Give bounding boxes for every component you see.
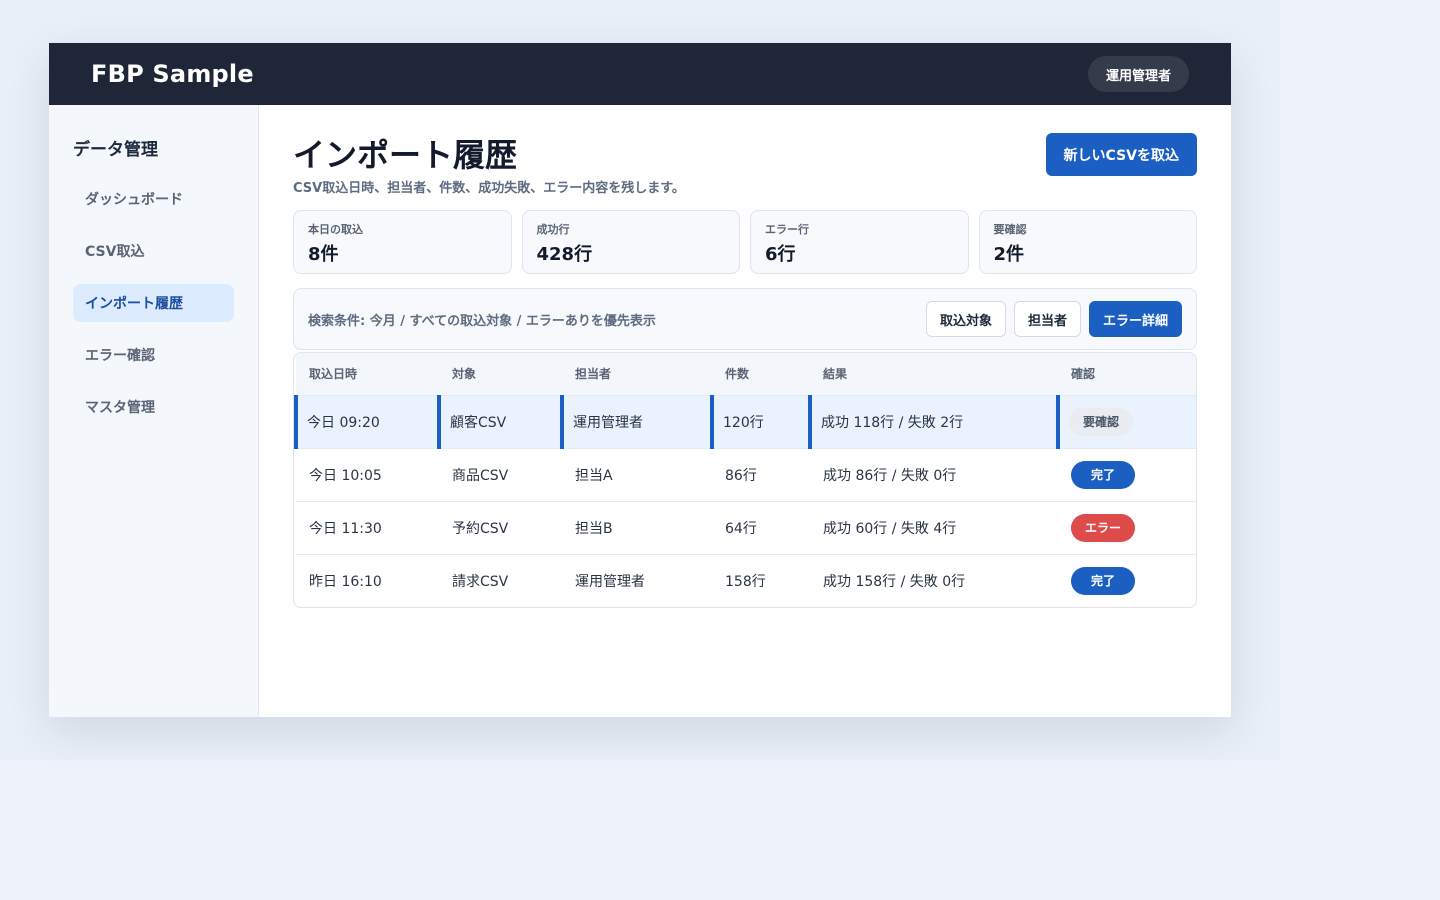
stat-label: 要確認 bbox=[993, 223, 1027, 236]
column-header-status[interactable]: 確認 bbox=[1058, 353, 1196, 396]
cell-count: 158行 bbox=[725, 573, 766, 590]
status-badge[interactable]: 完了 bbox=[1071, 460, 1135, 489]
sidebar-item-error-check[interactable]: エラー確認 bbox=[73, 336, 234, 374]
stat-value: 428行 bbox=[536, 244, 593, 265]
stats-row: 本日の取込 8件 成功行 428行 エラー行 6行 要確認 2件 bbox=[293, 210, 1197, 274]
page-title: インポート履歴 bbox=[293, 136, 518, 174]
cell-status: 完了 bbox=[1058, 448, 1196, 502]
table-header-row: 取込日時 対象 担当者 件数 結果 確認 bbox=[296, 353, 1196, 396]
filter-owner-button[interactable]: 担当者 bbox=[1013, 301, 1081, 337]
sidebar-item-import-history[interactable]: インポート履歴 bbox=[73, 284, 234, 322]
cell-result: 成功 60行 / 失敗 4行 bbox=[810, 501, 1058, 555]
page-header: インポート履歴 CSV取込日時、担当者、件数、成功失敗、エラー内容を残します。 … bbox=[293, 133, 1197, 196]
column-header-datetime[interactable]: 取込日時 bbox=[296, 353, 439, 396]
table-row[interactable]: 今日 09:20 顧客CSV 運用管理者 120行 成功 118行 / 失敗 2… bbox=[294, 395, 1196, 449]
cell-result: 成功 158行 / 失敗 0行 bbox=[823, 573, 966, 590]
cell-target: 顧客CSV bbox=[437, 395, 562, 449]
stat-value: 2件 bbox=[993, 244, 1025, 265]
cell-target: 商品CSV bbox=[439, 448, 562, 502]
cell-target: 予約CSV bbox=[439, 501, 562, 555]
stat-label: エラー行 bbox=[765, 223, 809, 236]
page-subtitle: CSV取込日時、担当者、件数、成功失敗、エラー内容を残します。 bbox=[293, 181, 685, 196]
sidebar-item-dashboard[interactable]: ダッシュボード bbox=[73, 180, 234, 218]
status-badge[interactable]: 完了 bbox=[1071, 566, 1135, 595]
filter-target-button[interactable]: 取込対象 bbox=[925, 301, 1006, 337]
stat-card-success-rows: 成功行 428行 bbox=[521, 210, 740, 274]
stat-label: 成功行 bbox=[536, 223, 570, 236]
import-history-table: 取込日時 対象 担当者 件数 結果 確認 今日 09:20 顧客CSV 運用管理 bbox=[293, 352, 1197, 608]
sidebar: データ管理 ダッシュボード CSV取込 インポート履歴 エラー確認 マスタ管理 bbox=[49, 105, 259, 717]
user-menu-button[interactable]: 運用管理者 bbox=[1087, 56, 1189, 92]
sidebar-item-csv-import[interactable]: CSV取込 bbox=[73, 232, 234, 270]
cell-datetime: 昨日 16:10 bbox=[309, 573, 382, 590]
cell-count: 64行 bbox=[712, 501, 810, 555]
table-row[interactable]: 今日 10:05 商品CSV 担当A 86行 成功 86行 / 失敗 0行 完了 bbox=[296, 448, 1196, 502]
app-window: FBP Sample 運用管理者 データ管理 ダッシュボード CSV取込 インポ… bbox=[49, 43, 1231, 717]
sidebar-title: データ管理 bbox=[73, 140, 158, 160]
table-row[interactable]: 今日 11:30 予約CSV 担当B 64行 成功 60行 / 失敗 4行 エラ… bbox=[296, 501, 1196, 555]
cell-result: 成功 118行 / 失敗 2行 bbox=[808, 395, 1058, 449]
cell-status: 要確認 bbox=[1056, 395, 1196, 449]
cell-target: 請求CSV bbox=[452, 573, 509, 590]
page-heading: インポート履歴 CSV取込日時、担当者、件数、成功失敗、エラー内容を残します。 bbox=[293, 133, 685, 196]
table-row[interactable]: 昨日 16:10 請求CSV 運用管理者 158行 成功 158行 / 失敗 0… bbox=[296, 554, 1196, 607]
stat-card-today-imports: 本日の取込 8件 bbox=[293, 210, 512, 274]
column-header-result[interactable]: 結果 bbox=[810, 353, 1058, 396]
cell-owner: 運用管理者 bbox=[575, 573, 645, 590]
cell-result: 成功 86行 / 失敗 0行 bbox=[810, 448, 1058, 502]
cell-owner: 運用管理者 bbox=[560, 395, 712, 449]
filter-bar: 検索条件: 今月 / すべての取込対象 / エラーありを優先表示 取込対象 担当… bbox=[293, 288, 1197, 350]
cell-owner: 担当B bbox=[562, 501, 712, 555]
cell-count: 86行 bbox=[712, 448, 810, 502]
filter-actions: 取込対象 担当者 エラー詳細 bbox=[925, 301, 1182, 337]
column-header-count[interactable]: 件数 bbox=[712, 353, 810, 396]
cell-status: 完了 bbox=[1058, 554, 1196, 607]
column-header-owner[interactable]: 担当者 bbox=[562, 353, 712, 396]
filter-summary: 検索条件: 今月 / すべての取込対象 / エラーありを優先表示 bbox=[308, 313, 656, 329]
brand-logo: FBP Sample bbox=[91, 60, 254, 88]
stat-card-needs-review: 要確認 2件 bbox=[978, 210, 1197, 274]
main-content: インポート履歴 CSV取込日時、担当者、件数、成功失敗、エラー内容を残します。 … bbox=[259, 105, 1231, 717]
body-area: データ管理 ダッシュボード CSV取込 インポート履歴 エラー確認 マスタ管理 … bbox=[49, 105, 1231, 717]
cell-datetime: 今日 10:05 bbox=[296, 448, 439, 502]
stat-label: 本日の取込 bbox=[308, 223, 363, 236]
stat-value: 8件 bbox=[308, 244, 339, 265]
status-badge[interactable]: エラー bbox=[1071, 513, 1135, 542]
new-csv-import-button[interactable]: 新しいCSVを取込 bbox=[1045, 133, 1197, 176]
stat-value: 6行 bbox=[765, 244, 796, 265]
cell-count: 120行 bbox=[710, 395, 810, 449]
sidebar-item-master-management[interactable]: マスタ管理 bbox=[73, 388, 234, 426]
cell-datetime: 今日 11:30 bbox=[296, 501, 439, 555]
cell-datetime: 今日 09:20 bbox=[294, 395, 439, 449]
stat-card-error-rows: エラー行 6行 bbox=[750, 210, 969, 274]
status-badge[interactable]: 要確認 bbox=[1069, 407, 1133, 436]
cell-status: エラー bbox=[1058, 501, 1196, 555]
column-header-target[interactable]: 対象 bbox=[439, 353, 562, 396]
top-bar: FBP Sample 運用管理者 bbox=[49, 43, 1231, 105]
filter-error-detail-button[interactable]: エラー詳細 bbox=[1088, 301, 1182, 337]
cell-owner: 担当A bbox=[562, 448, 712, 502]
